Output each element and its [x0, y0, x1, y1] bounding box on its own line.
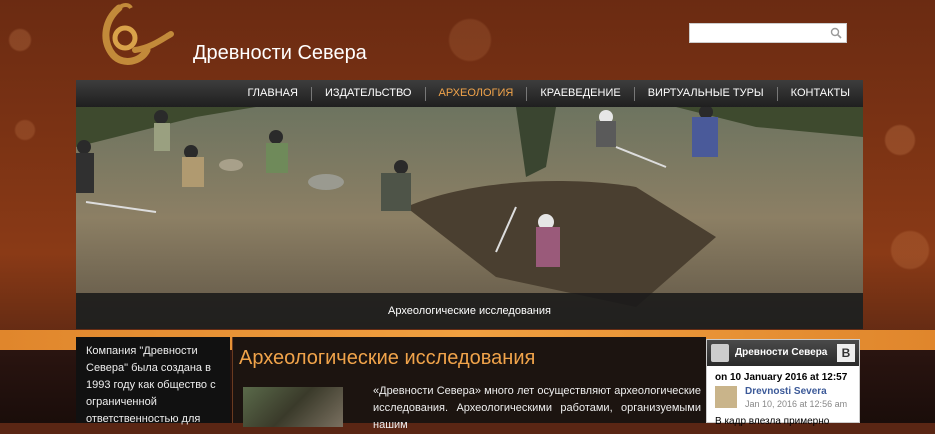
nav-item-contacts[interactable]: КОНТАКТЫ [778, 80, 863, 107]
article-text: «Древности Севера» много лет осуществляю… [373, 385, 701, 431]
facebook-page-name[interactable]: Древности Севера [735, 347, 827, 358]
site-title[interactable]: Древности Севера [193, 42, 367, 65]
post-time: Jan 10, 2016 at 12:56 am [745, 399, 848, 409]
search-icon[interactable] [830, 27, 842, 39]
nav-item-virtual-tours[interactable]: ВИРТУАЛЬНЫЕ ТУРЫ [635, 80, 777, 107]
facebook-widget: Древности Севера B on 10 January 2016 at… [706, 339, 860, 427]
facebook-widget-header[interactable]: Древности Севера B [707, 340, 859, 366]
main-content: Археологические исследования «Древности … [232, 337, 706, 431]
post-date: on 10 January 2016 at 12:57 [715, 372, 848, 383]
nav-item-publishing[interactable]: ИЗДАТЕЛЬСТВО [312, 80, 425, 107]
company-intro: Компания "Древности Севера" была создана… [76, 337, 230, 425]
hero-slider[interactable]: Археологические исследования [76, 107, 863, 329]
article-thumbnail [243, 387, 343, 427]
search-box[interactable] [689, 23, 847, 43]
nav-item-local-history[interactable]: КРАЕВЕДЕНИЕ [527, 80, 633, 107]
nav-item-archaeology[interactable]: АРХЕОЛОГИЯ [426, 80, 527, 107]
page-avatar[interactable] [711, 344, 729, 362]
nav-item-home[interactable]: ГЛАВНАЯ [234, 80, 310, 107]
post-author[interactable]: Drevnosti Severa [745, 386, 827, 397]
hero-caption: Археологические исследования [76, 293, 863, 329]
search-input[interactable] [690, 25, 833, 43]
main-nav: ГЛАВНАЯ ИЗДАТЕЛЬСТВО АРХЕОЛОГИЯ КРАЕВЕДЕ… [76, 80, 863, 107]
site-logo[interactable] [95, 0, 175, 80]
company-intro-text: Компания "Древности Севера" была создана… [86, 345, 216, 425]
vk-icon[interactable]: B [837, 344, 855, 362]
author-avatar[interactable] [715, 386, 737, 408]
page-title: Археологические исследования [239, 347, 536, 369]
post-snippet: В кадр влезла примерно [715, 416, 830, 427]
